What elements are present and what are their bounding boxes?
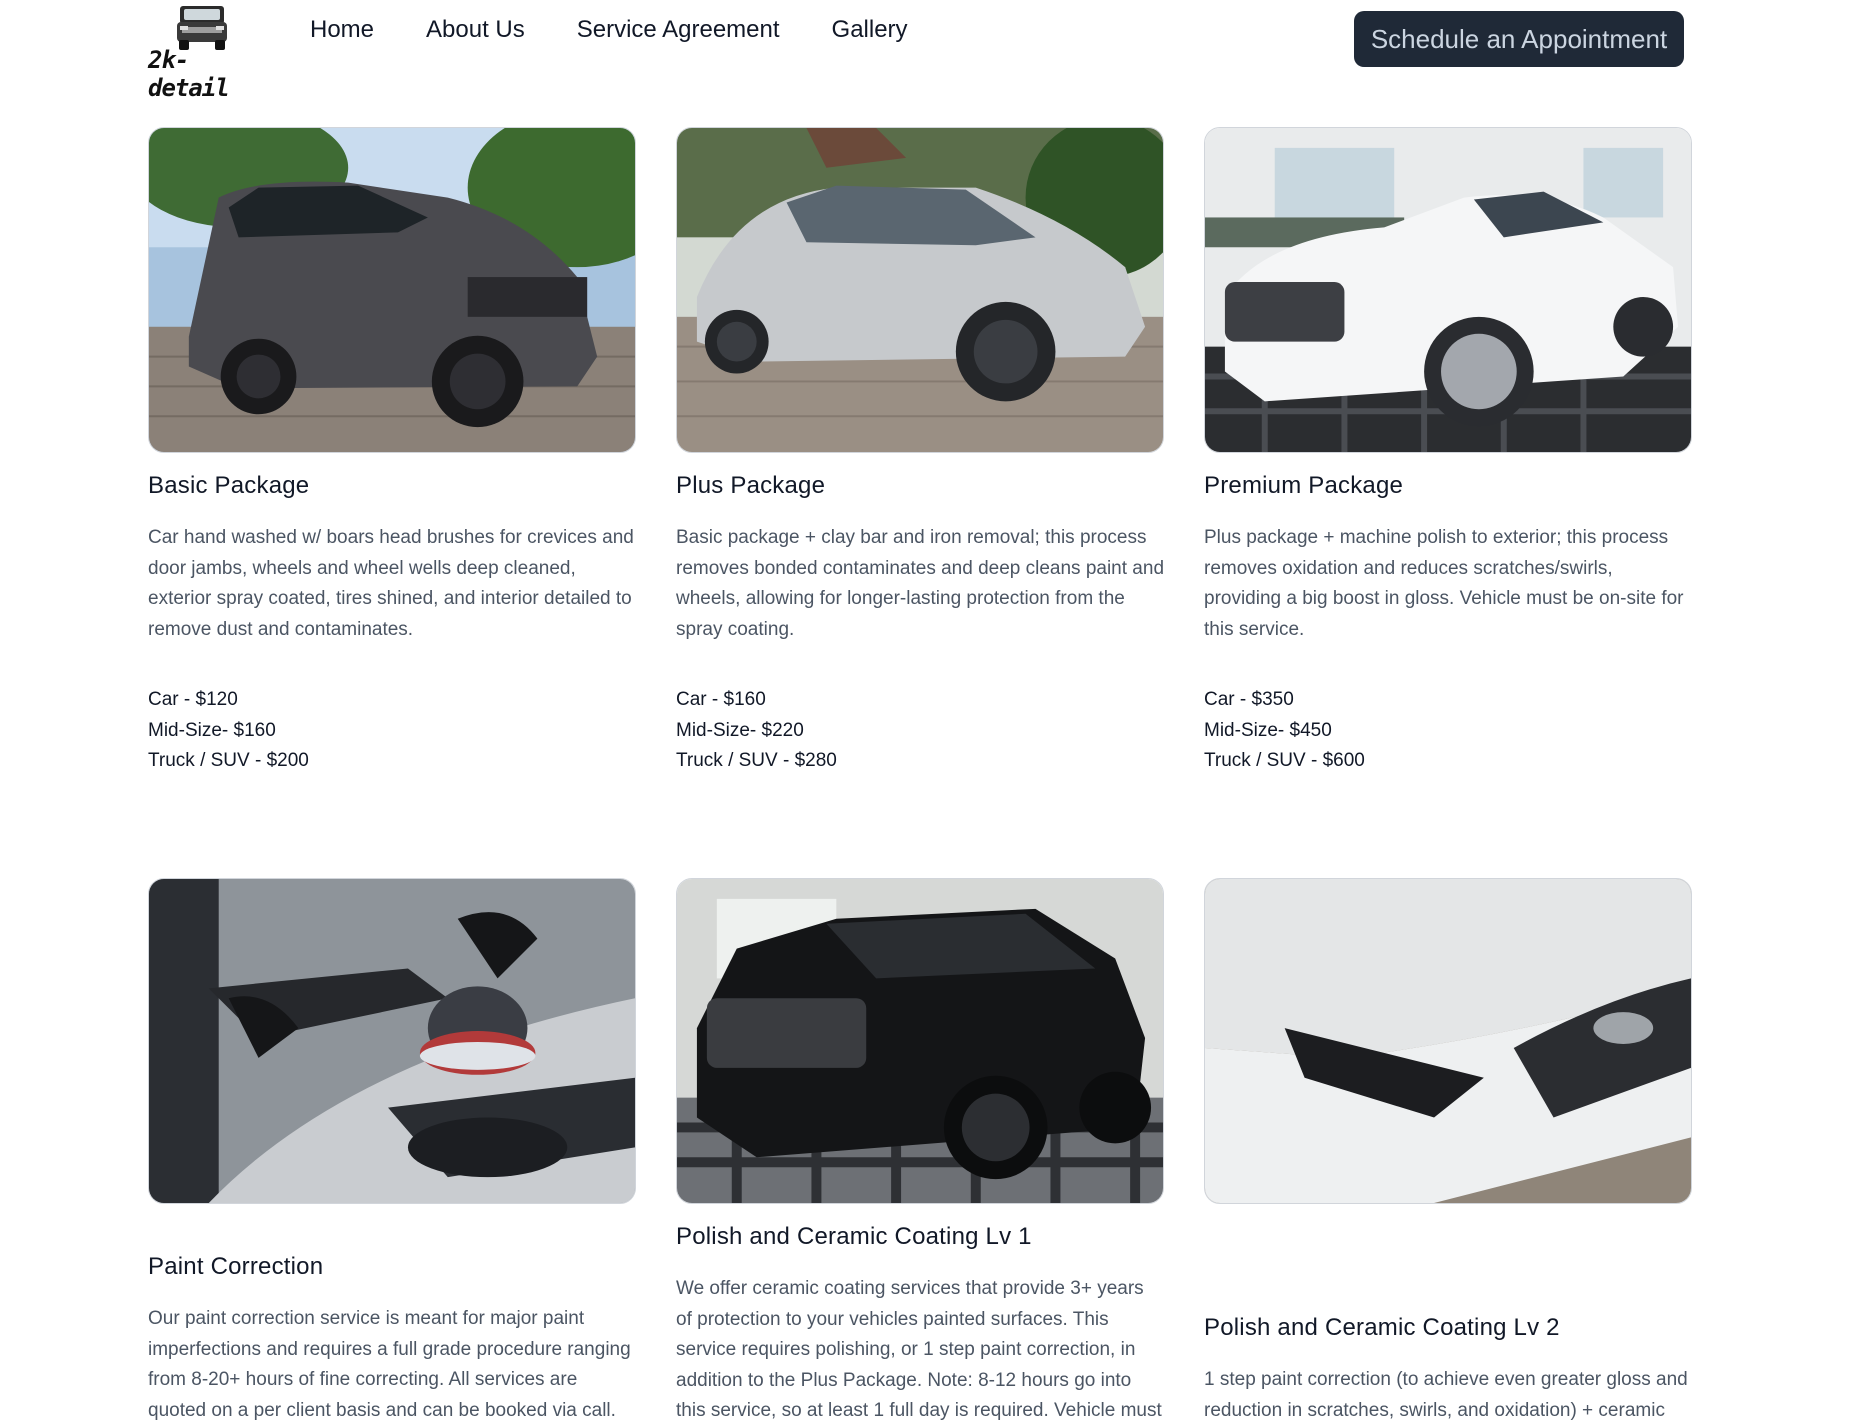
price-mid-size: Mid-Size- $450 [1204, 719, 1332, 741]
schedule-appointment-button[interactable]: Schedule an Appointment [1354, 11, 1684, 67]
price-truck-suv: Truck / SUV - $600 [1204, 750, 1365, 771]
card-photo [148, 127, 636, 453]
service-card-ceramic-lv2: Polish and Ceramic Coating Lv 2 1 step p… [1204, 878, 1692, 1427]
card-title: Plus Package [676, 472, 826, 499]
price-list: Car - $350 Mid-Size- $450 Truck / SUV - … [1204, 685, 1692, 777]
card-title: Polish and Ceramic Coating Lv 1 [676, 1223, 1032, 1250]
nav-home[interactable]: Home [310, 16, 374, 44]
card-description: We offer ceramic coating services that p… [676, 1278, 1162, 1421]
nav-about-us[interactable]: About Us [426, 16, 525, 44]
service-card-paint-correction: Paint Correction Our paint correction se… [148, 878, 636, 1427]
service-card-basic: Basic Package Car hand washed w/ boars h… [148, 127, 636, 777]
price-mid-size: Mid-Size- $220 [676, 719, 804, 741]
service-card-plus: Plus Package Basic package + clay bar an… [676, 127, 1164, 777]
card-description: Car hand washed w/ boars head brushes fo… [148, 527, 634, 640]
price-truck-suv: Truck / SUV - $280 [676, 750, 837, 771]
truck-logo-icon [177, 6, 227, 50]
card-title: Polish and Ceramic Coating Lv 2 [1204, 1314, 1560, 1341]
price-car: Car - $120 [148, 689, 238, 710]
price-list: Car - $160 Mid-Size- $220 Truck / SUV - … [676, 685, 1164, 777]
card-photo [1204, 127, 1692, 453]
card-photo [676, 878, 1164, 1204]
logo[interactable]: 2k-detail [148, 2, 264, 102]
card-description: Plus package + machine polish to exterio… [1204, 527, 1684, 640]
price-car: Car - $160 [676, 689, 766, 710]
nav-gallery[interactable]: Gallery [832, 16, 908, 44]
card-description: 1 step paint correction (to achieve even… [1204, 1369, 1688, 1421]
site-header: 2k-detail Home About Us Service Agreemen… [0, 0, 1851, 102]
card-description: Basic package + clay bar and iron remova… [676, 527, 1165, 640]
price-list: Car - $120 Mid-Size- $160 Truck / SUV - … [148, 685, 636, 777]
service-card-premium: Premium Package Plus package + machine p… [1204, 127, 1692, 777]
price-car: Car - $350 [1204, 689, 1294, 710]
card-photo [148, 878, 636, 1204]
card-title: Premium Package [1204, 472, 1404, 499]
card-title: Basic Package [148, 472, 310, 499]
logo-text: 2k-detail [148, 46, 230, 102]
card-photo [676, 127, 1164, 453]
nav-service-agreement[interactable]: Service Agreement [577, 16, 780, 44]
service-card-ceramic-lv1: Polish and Ceramic Coating Lv 1 We offer… [676, 878, 1164, 1427]
card-title: Paint Correction [148, 1253, 324, 1280]
price-truck-suv: Truck / SUV - $200 [148, 750, 309, 771]
card-description: Our paint correction service is meant fo… [148, 1308, 631, 1421]
price-mid-size: Mid-Size- $160 [148, 719, 276, 741]
main-nav: Home About Us Service Agreement Gallery [310, 16, 908, 44]
card-photo [1204, 878, 1692, 1204]
